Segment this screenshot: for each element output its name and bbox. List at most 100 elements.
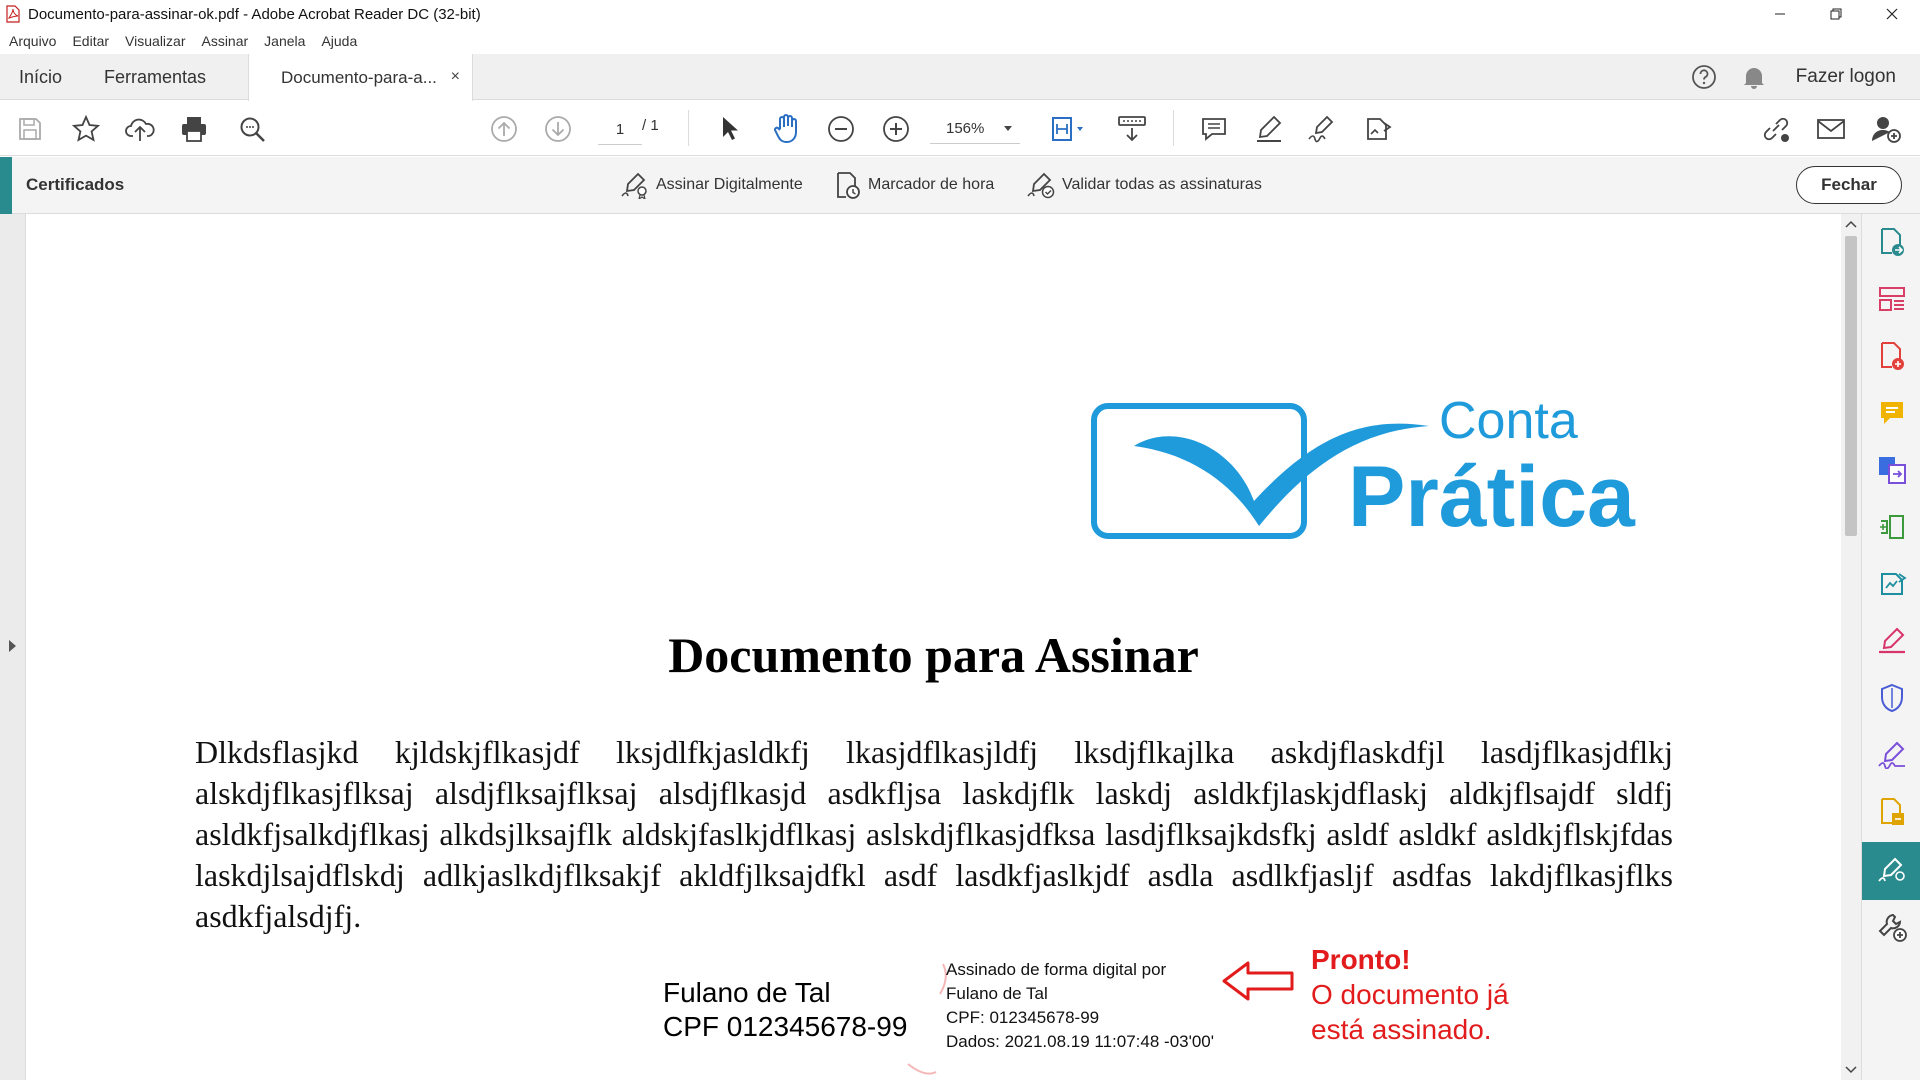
vertical-scrollbar[interactable] [1841, 214, 1861, 1080]
find-button[interactable] [236, 113, 268, 145]
compress-pdf-tool[interactable] [1876, 511, 1908, 543]
send-for-signature-button[interactable] [1362, 113, 1394, 145]
envelope-icon [1817, 119, 1845, 139]
document-clock-icon [837, 172, 860, 199]
star-icon [72, 115, 100, 142]
close-window-button[interactable] [1864, 0, 1920, 28]
fill-sign-button[interactable] [1307, 113, 1339, 145]
page-fit-dropdown[interactable] [1048, 113, 1088, 145]
highlight-button[interactable] [1253, 113, 1285, 145]
comment-button[interactable] [1198, 113, 1230, 145]
highlighter-pen-icon [1257, 115, 1282, 142]
certificates-tool[interactable] [1876, 854, 1908, 886]
sign-digitally-button[interactable]: Assinar Digitalmente [620, 170, 803, 200]
hand-icon [774, 114, 797, 144]
comment-icon [1881, 402, 1903, 424]
cloud-upload-icon [125, 118, 155, 141]
menu-visualizar[interactable]: Visualizar [125, 33, 185, 49]
menu-assinar[interactable]: Assinar [201, 33, 248, 49]
help-icon[interactable] [1690, 63, 1718, 91]
scrollbar-thumb[interactable] [1845, 236, 1857, 536]
window-title: Documento-para-assinar-ok.pdf - Adobe Ac… [28, 5, 481, 23]
page-number-input[interactable]: 1 [598, 115, 642, 145]
select-tool-button[interactable] [714, 113, 746, 145]
tab-tools[interactable]: Ferramentas [104, 54, 206, 100]
protect-tool[interactable] [1876, 682, 1908, 714]
menu-editar[interactable]: Editar [72, 33, 109, 49]
menu-janela[interactable]: Janela [264, 33, 305, 49]
scroll-up-icon[interactable] [1845, 220, 1857, 228]
share-link-button[interactable] [1760, 113, 1792, 145]
user-plus-icon [1872, 117, 1901, 143]
create-pdf-icon [1881, 342, 1904, 370]
menu-arquivo[interactable]: Arquivo [9, 33, 56, 49]
arrow-down-circle-icon [545, 116, 571, 142]
next-page-button[interactable] [542, 113, 574, 145]
form-document-icon [1881, 798, 1904, 825]
bookmark-star-button[interactable] [70, 113, 102, 145]
create-pdf-tool[interactable] [1876, 340, 1908, 372]
tab-document-label: Documento-para-a... [281, 67, 437, 87]
timestamp-label: Marcador de hora [868, 176, 995, 193]
tab-document[interactable]: Documento-para-a... × [248, 54, 473, 101]
comment-tool[interactable] [1876, 397, 1908, 429]
layout-grid-icon [1879, 287, 1905, 311]
right-tools-pane [1861, 214, 1920, 1080]
digital-signature-stamp[interactable]: Assinado de forma digital por Fulano de … [946, 958, 1214, 1054]
upload-cloud-button[interactable] [124, 113, 156, 145]
login-button[interactable]: Fazer logon [1796, 66, 1896, 88]
menu-ajuda[interactable]: Ajuda [321, 33, 357, 49]
previous-page-button[interactable] [488, 113, 520, 145]
sign-digitally-label: Assinar Digitalmente [656, 176, 803, 193]
certificates-title: Certificados [26, 175, 125, 194]
logo-text-conta: Conta [1439, 392, 1578, 450]
export-pdf-tool[interactable] [1876, 226, 1908, 258]
hand-tool-button[interactable] [770, 113, 802, 145]
compress-icon [1880, 515, 1904, 539]
document-body-text: Dlkdsflasjkd kjldskjflkasjdf lksjdlfkjas… [195, 734, 1673, 934]
signer-block: Fulano de Tal CPF 012345678-99 [663, 976, 907, 1044]
request-signatures-tool[interactable] [1876, 739, 1908, 771]
bell-icon[interactable] [1742, 64, 1766, 90]
save-button[interactable] [14, 113, 46, 145]
timestamp-button[interactable]: Marcador de hora [834, 170, 994, 200]
more-tools-button[interactable] [1876, 911, 1908, 943]
toolbar-separator [1173, 110, 1174, 146]
stamp-date: Dados: 2021.08.19 11:07:48 -03'00' [946, 1032, 1214, 1051]
prepare-form-tool[interactable] [1876, 796, 1908, 828]
annotation-line2: está assinado. [1311, 1014, 1492, 1045]
tab-close-button[interactable]: × [451, 68, 460, 86]
cursor-arrow-icon [723, 117, 738, 140]
expand-panel-icon[interactable] [9, 640, 16, 652]
organize-pages-tool[interactable] [1876, 283, 1908, 315]
signer-name: Fulano de Tal [663, 977, 831, 1008]
send-comments-tool[interactable] [1876, 568, 1908, 600]
add-user-button[interactable] [1870, 113, 1902, 145]
minimize-icon [1775, 13, 1785, 15]
magnifier-icon [240, 117, 265, 142]
scroll-mode-button[interactable] [1116, 113, 1148, 145]
close-tool-button[interactable]: Fechar [1796, 166, 1902, 204]
zoom-level-value: 156% [946, 120, 985, 137]
email-button[interactable] [1815, 113, 1847, 145]
fill-and-sign-tool[interactable] [1876, 625, 1908, 657]
close-icon [1886, 8, 1898, 20]
document-title: Documento para Assinar [668, 627, 1199, 683]
tab-home[interactable]: Início [19, 54, 62, 100]
minimize-button[interactable] [1752, 0, 1808, 28]
fill-sign-pen-icon [1879, 627, 1905, 654]
zoom-in-button[interactable] [880, 113, 912, 145]
minus-circle-icon [828, 116, 854, 142]
document-viewport[interactable]: Conta Prática Documento para Assinar Dlk… [26, 214, 1841, 1080]
fit-page-icon [1052, 117, 1083, 141]
restore-button[interactable] [1808, 0, 1864, 28]
annotation-line1: O documento já [1311, 979, 1509, 1010]
scroll-down-icon[interactable] [1845, 1066, 1857, 1074]
pen-check-icon [1027, 172, 1055, 199]
zoom-out-button[interactable] [825, 113, 857, 145]
zoom-level-dropdown[interactable]: 156% [930, 114, 1020, 144]
plus-circle-icon [883, 116, 909, 142]
validate-signatures-button[interactable]: Validar todas as assinaturas [1026, 170, 1262, 200]
print-button[interactable] [178, 113, 210, 145]
combine-files-tool[interactable] [1876, 454, 1908, 486]
